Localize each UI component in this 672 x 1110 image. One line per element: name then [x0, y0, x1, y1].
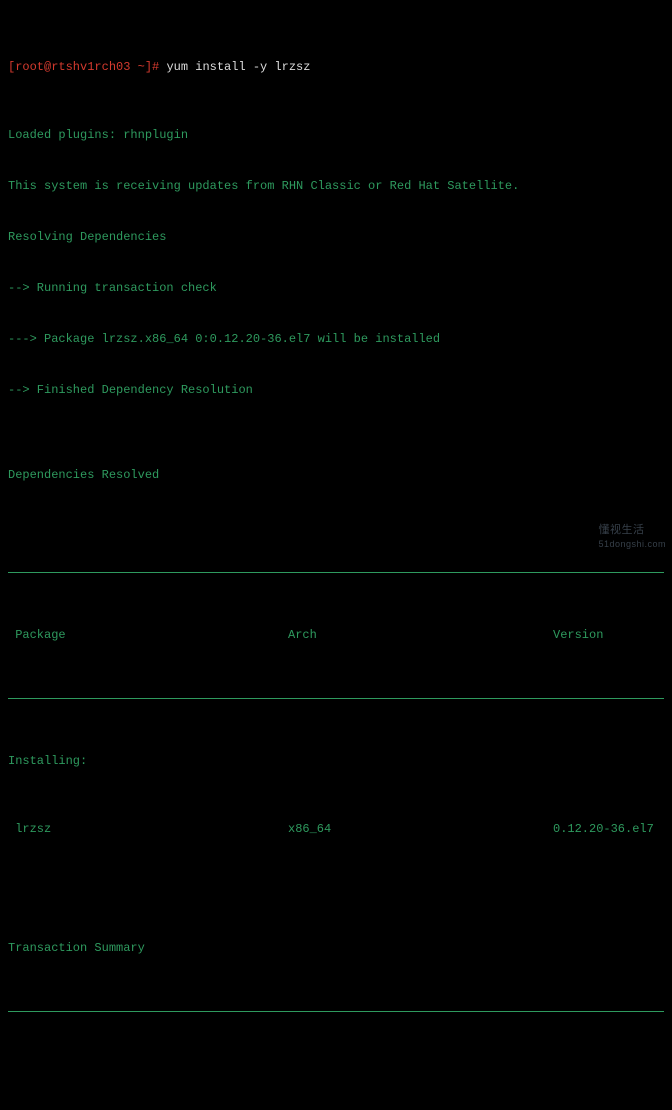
output-line: ---> Package lrzsz.x86_64 0:0.12.20-36.e… [8, 331, 664, 348]
table-row: lrzsz x86_64 0.12.20-36.el7 [8, 821, 664, 838]
output-line: This system is receiving updates from RH… [8, 178, 664, 195]
watermark-text-en: 51dongshi.com [598, 539, 666, 549]
output-line [8, 889, 664, 906]
prompt-user: [root@rtshv1rch03 [8, 60, 138, 74]
cell-version: 0.12.20-36.el7 [553, 821, 664, 838]
col-header-package: Package [8, 627, 288, 644]
transaction-summary-label: Transaction Summary [8, 940, 664, 957]
col-header-version: Version [553, 627, 664, 644]
command-text: yum install -y lrzsz [166, 60, 310, 74]
divider-top [8, 572, 664, 573]
prompt-close: ]# [145, 60, 167, 74]
output-line [8, 1049, 664, 1066]
table-header-row: Package Arch Version [8, 627, 664, 644]
divider-summary [8, 1011, 664, 1012]
output-line: Dependencies Resolved [8, 467, 664, 484]
output-line: Loaded plugins: rhnplugin [8, 127, 664, 144]
cell-package: lrzsz [8, 821, 288, 838]
output-line: --> Finished Dependency Resolution [8, 382, 664, 399]
output-line: Resolving Dependencies [8, 229, 664, 246]
prompt-line: [root@rtshv1rch03 ~]# yum install -y lrz… [8, 59, 664, 76]
col-header-arch: Arch [288, 627, 553, 644]
prompt-cwd: ~ [138, 60, 145, 74]
watermark-text-cn: 懂视生活 [598, 524, 644, 536]
watermark: 懂视生活 51dongshi.com [598, 522, 666, 549]
terminal-screen[interactable]: [root@rtshv1rch03 ~]# yum install -y lrz… [0, 0, 672, 1110]
output-line: --> Running transaction check [8, 280, 664, 297]
cell-arch: x86_64 [288, 821, 553, 838]
divider-header [8, 698, 664, 699]
installing-section-label: Installing: [8, 753, 664, 770]
